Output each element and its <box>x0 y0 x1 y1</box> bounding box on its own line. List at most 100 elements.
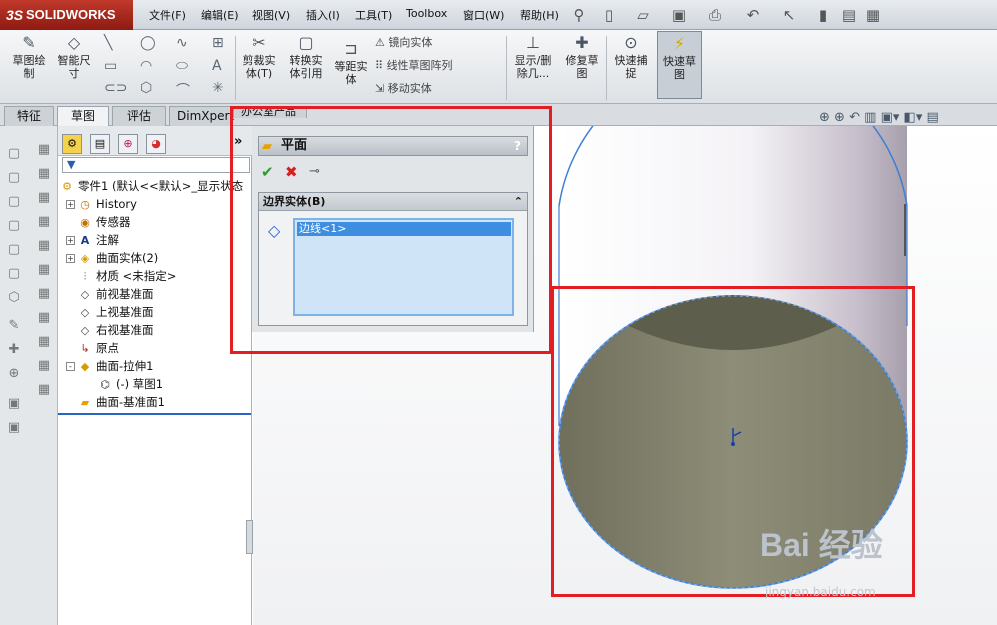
configuration-tab-icon[interactable]: ⊕ <box>118 134 138 154</box>
box-icon[interactable]: ▢ <box>4 216 24 236</box>
box-icon[interactable]: ▢ <box>4 192 24 212</box>
menu-help[interactable]: 帮助(H) <box>520 7 559 23</box>
tree-item-planar-surface[interactable]: ▰ 曲面-基准面1 <box>78 393 272 411</box>
box-icon[interactable]: ▢ <box>4 240 24 260</box>
grid-icon[interactable]: ▦ <box>34 212 54 232</box>
tab-evaluate[interactable]: 评估 <box>112 106 166 126</box>
convert-entities-button[interactable]: ▢ 转换实 体引用 <box>284 34 328 81</box>
new-document-icon[interactable]: ▯ <box>598 4 620 26</box>
solidworks-logo[interactable]: 3S SOLIDWORKS <box>0 0 133 30</box>
menu-window[interactable]: 窗口(W) <box>463 7 504 23</box>
offset-entities-button[interactable]: ⊐ 等距实 体 <box>331 39 371 87</box>
zoom-to-fit-icon[interactable]: ⊕ <box>819 110 830 125</box>
grid-icon[interactable]: ▦ <box>34 308 54 328</box>
grid-icon[interactable]: ▦ <box>34 140 54 160</box>
tab-dimxpert[interactable]: DimXpert <box>169 106 234 126</box>
separator <box>235 36 236 100</box>
line-icon[interactable]: ╲ <box>104 35 112 51</box>
arc-icon[interactable]: ◠ <box>140 58 152 74</box>
box-icon[interactable]: ▢ <box>4 168 24 188</box>
move-entities-button[interactable]: ⇲ 移动实体 <box>375 80 432 96</box>
point-icon[interactable]: ✳ <box>212 80 224 96</box>
display-style-icon[interactable]: ◧▾ <box>904 110 923 125</box>
select-icon[interactable]: ↖ <box>778 4 800 26</box>
view-orientation-icon[interactable]: ▣▾ <box>881 110 900 125</box>
text-icon[interactable]: A <box>212 58 222 74</box>
undo-icon[interactable]: ↶ <box>742 4 764 26</box>
repair-sketch-button[interactable]: ✚ 修复草 图 <box>561 33 603 81</box>
rapid-sketch-button[interactable]: ⚡ 快速草 图 <box>657 31 702 99</box>
polygon-icon[interactable]: ⬡ <box>140 80 152 96</box>
relations-icon[interactable]: ⊕ <box>4 364 24 384</box>
spline-icon[interactable]: ∿ <box>176 35 188 51</box>
planar-surface-icon: ▰ <box>80 395 90 409</box>
menu-toolbox[interactable]: Toolbox <box>406 7 447 20</box>
offset-icon: ⊐ <box>344 39 358 58</box>
grid-icon[interactable]: ⊞ <box>212 35 224 51</box>
menu-edit[interactable]: 编辑(E) <box>201 7 239 23</box>
filter-icon: ▼ <box>67 158 76 171</box>
grid-icon[interactable]: ▦ <box>34 164 54 184</box>
display-delete-relations-button[interactable]: ⊥ 显示/删 除几... <box>510 34 556 81</box>
move-icon: ⇲ <box>375 82 388 95</box>
print-icon[interactable]: ⎙ <box>704 4 726 26</box>
sketch-icon[interactable]: ✎ <box>4 316 24 336</box>
grid-icon[interactable]: ▦ <box>34 356 54 376</box>
rebuild-icon[interactable]: ▮ <box>812 4 834 26</box>
pin-icon[interactable]: ⚲ <box>568 4 590 26</box>
save-icon[interactable]: ▣ <box>668 4 690 26</box>
options-icon[interactable]: ▦ <box>862 4 884 26</box>
featuremanager-panel: ⚙ ▤ ⊕ ◕ » ▼ ⚙ 零件1 (默认<<默认>_显示状态 + ◷ History… <box>58 126 254 625</box>
panel-splitter-handle[interactable] <box>246 520 253 554</box>
tree-item-surface-extrude[interactable]: - ◆ 曲面-拉伸1 <box>66 357 260 375</box>
grid-icon[interactable]: ▦ <box>34 332 54 352</box>
tab-features[interactable]: 特征 <box>4 106 54 126</box>
quick-snaps-button[interactable]: ⊙ 快速捕 捉 <box>610 33 652 81</box>
smart-dimension-button[interactable]: ◇ 智能尺 寸 <box>53 34 95 81</box>
trim-entities-button[interactable]: ✂ 剪裁实 体(T) <box>238 34 280 81</box>
repair-icon[interactable]: ✚ <box>4 340 24 360</box>
menu-file[interactable]: 文件(F) <box>149 7 186 23</box>
sensor-icon: ◉ <box>80 215 90 229</box>
linear-pattern-button[interactable]: ⠿ 线性草图阵列 <box>375 57 453 73</box>
fillet-icon[interactable]: ⌒ <box>176 80 190 100</box>
grid-icon[interactable]: ▦ <box>34 236 54 256</box>
file-properties-icon[interactable]: ▤ <box>838 4 860 26</box>
surface-extrude-icon: ◆ <box>80 359 90 373</box>
zoom-area-icon[interactable]: ⊕ <box>834 110 845 125</box>
annotation-icon: A <box>80 233 90 247</box>
menu-tools[interactable]: 工具(T) <box>355 7 392 23</box>
menu-view[interactable]: 视图(V) <box>252 7 290 23</box>
box-icon[interactable]: ⬡ <box>4 288 24 308</box>
rollback-bar[interactable] <box>58 413 251 415</box>
circle-icon[interactable]: ◯ <box>140 35 156 51</box>
rapid-sketch-label: 快速草 图 <box>663 55 696 81</box>
rectangle-icon[interactable]: ▭ <box>104 58 117 74</box>
mirror-entities-button[interactable]: ⚠ 镜向实体 <box>375 34 432 50</box>
hide-show-icon[interactable]: ▤ <box>926 110 938 125</box>
box-icon[interactable]: ▢ <box>4 264 24 284</box>
slot-icon[interactable]: ⊂⊃ <box>104 80 127 96</box>
tree-root[interactable]: ⚙ 零件1 (默认<<默认>_显示状态 <box>60 177 254 195</box>
layer-icon[interactable]: ▣ <box>4 394 24 414</box>
menu-insert[interactable]: 插入(I) <box>306 7 340 23</box>
section-view-icon[interactable]: ▥ <box>864 110 876 125</box>
grid-icon[interactable]: ▦ <box>34 380 54 400</box>
filter-bar[interactable]: ▼ <box>62 157 250 173</box>
repair-icon: ✚ <box>575 33 589 52</box>
box-icon[interactable]: ▢ <box>4 144 24 164</box>
sketch-button[interactable]: ✎ 草图绘 制 <box>8 34 50 81</box>
featuremanager-tab-icon[interactable]: ⚙ <box>62 134 82 154</box>
tab-sketch[interactable]: 草图 <box>57 106 109 126</box>
ellipse-icon[interactable]: ⬭ <box>176 58 188 74</box>
grid-icon[interactable]: ▦ <box>34 188 54 208</box>
grid-icon[interactable]: ▦ <box>34 284 54 304</box>
open-icon[interactable]: ▱ <box>632 4 654 26</box>
layer-icon[interactable]: ▣ <box>4 418 24 438</box>
display-manager-tab-icon[interactable]: ◕ <box>146 134 166 154</box>
propertymanager-tab-icon[interactable]: ▤ <box>90 134 110 154</box>
grid-icon[interactable]: ▦ <box>34 260 54 280</box>
quick-snaps-icon: ⊙ <box>624 33 638 52</box>
previous-view-icon[interactable]: ↶ <box>849 110 860 125</box>
separator <box>606 36 607 100</box>
